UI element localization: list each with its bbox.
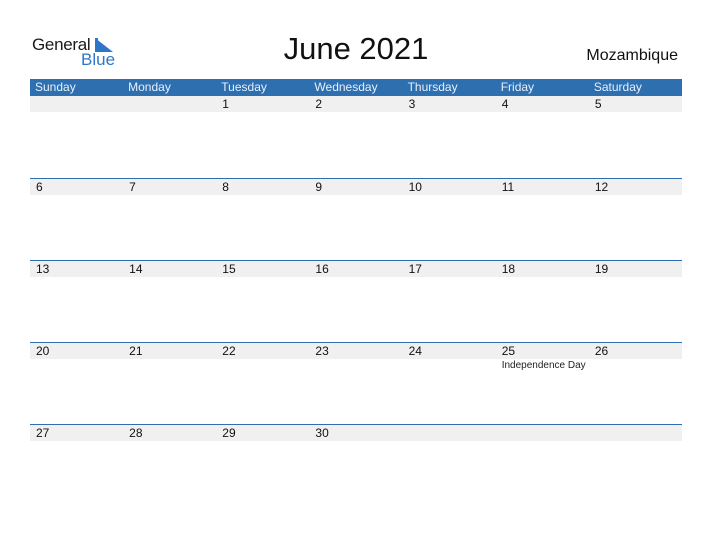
day-number: 22 <box>222 344 236 358</box>
day-number: 14 <box>129 262 143 276</box>
day-number: 5 <box>594 97 602 111</box>
weekday-monday: Monday <box>128 80 171 94</box>
day-number: 28 <box>129 426 143 440</box>
day-cell: 7 <box>123 179 216 239</box>
day-cell: 15 <box>216 261 309 321</box>
day-number: 20 <box>36 344 50 358</box>
weekday-sunday: Sunday <box>35 80 76 94</box>
day-cell: 25 Independence Day <box>496 343 589 403</box>
day-number: 9 <box>315 180 323 194</box>
day-number: 25 <box>501 344 516 358</box>
week-row: 27 28 29 30 <box>30 424 682 506</box>
week-row: 6 7 8 9 10 11 12 <box>30 178 682 260</box>
day-cell: 21 <box>123 343 216 403</box>
day-number: 18 <box>501 262 516 276</box>
day-cell <box>589 425 682 485</box>
day-cell: 18 <box>496 261 589 321</box>
day-number: 17 <box>408 262 422 276</box>
day-number: 10 <box>408 180 422 194</box>
week-cells: 13 14 15 16 17 18 19 <box>30 261 682 321</box>
day-cell <box>30 96 123 156</box>
day-number: 26 <box>594 344 609 358</box>
day-cell: 28 <box>123 425 216 485</box>
day-cell: 9 <box>309 179 402 239</box>
day-cell: 23 <box>309 343 402 403</box>
day-cell: 19 <box>589 261 682 321</box>
day-number: 21 <box>129 344 143 358</box>
day-cell: 30 <box>309 425 402 485</box>
weekday-wednesday: Wednesday <box>314 80 378 94</box>
day-number: 16 <box>315 262 329 276</box>
weekday-header: Sunday Monday Tuesday Wednesday Thursday… <box>30 79 682 96</box>
day-number: 19 <box>594 262 609 276</box>
day-cell: 5 <box>589 96 682 156</box>
day-cell: 2 <box>309 96 402 156</box>
holiday-event: Independence Day <box>501 360 586 371</box>
day-cell: 3 <box>403 96 496 156</box>
week-row: 20 21 22 23 24 25 Independence Day 26 <box>30 342 682 424</box>
day-number: 4 <box>501 97 509 111</box>
day-cell: 27 <box>30 425 123 485</box>
day-cell: 26 <box>589 343 682 403</box>
day-cell: 6 <box>30 179 123 239</box>
day-number: 11 <box>501 180 515 194</box>
week-cells: 1 2 3 4 5 <box>30 96 682 156</box>
country-label: Mozambique <box>586 47 678 64</box>
week-row: 13 14 15 16 17 18 19 <box>30 260 682 342</box>
weekday-thursday: Thursday <box>407 80 458 94</box>
week-cells: 6 7 8 9 10 11 12 <box>30 179 682 239</box>
day-number: 8 <box>222 180 229 194</box>
day-number: 24 <box>408 344 422 358</box>
weeks-container: 1 2 3 4 5 6 7 8 9 10 11 12 13 14 15 16 17 18 19 20 21 22 23 24 2… <box>30 96 682 506</box>
day-cell: 11 <box>496 179 589 239</box>
day-number: 12 <box>594 180 609 194</box>
day-cell <box>403 425 496 485</box>
day-number: 7 <box>129 180 136 194</box>
weekday-friday: Friday <box>500 80 535 94</box>
day-cell: 12 <box>589 179 682 239</box>
week-cells: 27 28 29 30 <box>30 425 682 485</box>
day-number: 13 <box>36 262 50 276</box>
day-cell: 4 <box>496 96 589 156</box>
day-cell <box>496 425 589 485</box>
day-cell: 29 <box>216 425 309 485</box>
week-cells: 20 21 22 23 24 25 Independence Day 26 <box>30 343 682 403</box>
day-number: 29 <box>222 426 236 440</box>
weekday-tuesday: Tuesday <box>221 80 267 94</box>
day-number: 6 <box>36 180 43 194</box>
day-cell: 8 <box>216 179 309 239</box>
day-cell: 13 <box>30 261 123 321</box>
day-number: 15 <box>222 262 236 276</box>
weekday-saturday: Saturday <box>593 80 642 94</box>
calendar-grid: Sunday Monday Tuesday Wednesday Thursday… <box>30 79 682 506</box>
day-number: 2 <box>315 97 323 111</box>
day-cell: 17 <box>403 261 496 321</box>
day-number: 30 <box>315 426 329 440</box>
day-number: 3 <box>408 97 416 111</box>
day-number: 27 <box>36 426 50 440</box>
week-row: 1 2 3 4 5 <box>30 96 682 178</box>
day-cell: 16 <box>309 261 402 321</box>
day-cell: 14 <box>123 261 216 321</box>
day-cell: 10 <box>403 179 496 239</box>
day-number: 1 <box>222 97 229 111</box>
day-cell: 22 <box>216 343 309 403</box>
day-cell: 1 <box>216 96 309 156</box>
day-cell <box>123 96 216 156</box>
day-cell: 24 <box>403 343 496 403</box>
day-cell: 20 <box>30 343 123 403</box>
day-number: 23 <box>315 344 329 358</box>
